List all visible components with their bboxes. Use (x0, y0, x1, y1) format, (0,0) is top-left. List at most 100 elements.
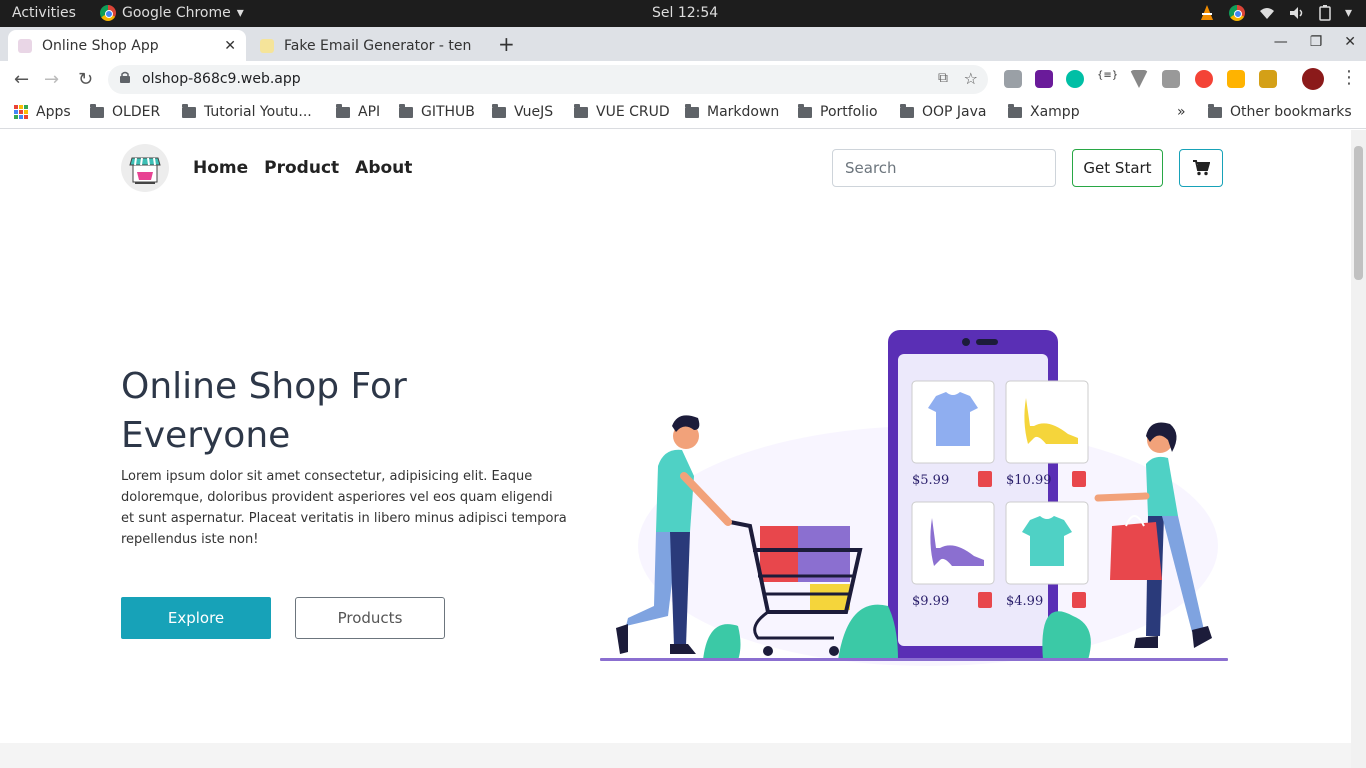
vue-devtools-icon[interactable] (1130, 70, 1148, 88)
bag-icon (978, 592, 992, 608)
tab-fake-email[interactable]: Fake Email Generator - ten (250, 30, 486, 61)
hero-title: Online Shop For Everyone (121, 362, 541, 460)
page-scrollbar[interactable] (1351, 130, 1366, 768)
bookmark-folder[interactable]: VUE CRUD (574, 103, 670, 120)
app-menu[interactable]: Google Chrome ▾ (100, 5, 244, 21)
forward-icon[interactable]: → (44, 69, 59, 90)
translate-icon[interactable]: ⧉ (938, 70, 948, 86)
folder-icon (90, 103, 104, 118)
bookmark-folder[interactable]: Xampp (1008, 103, 1080, 120)
folder-icon (685, 103, 699, 118)
menu-dots-icon[interactable]: ⋮ (1340, 67, 1358, 88)
folder-icon (399, 103, 413, 118)
other-bookmarks-folder[interactable]: Other bookmarks (1208, 103, 1352, 120)
bag-icon (1072, 592, 1086, 608)
bookmark-folder[interactable]: VueJS (492, 103, 554, 120)
more-bookmarks-button[interactable]: » (1177, 104, 1186, 120)
bookmark-folder[interactable]: Markdown (685, 103, 779, 120)
bookmark-label: Apps (36, 104, 71, 120)
tab-title: Online Shop App (42, 37, 159, 54)
explore-button[interactable]: Explore (121, 597, 271, 639)
extension-icon[interactable] (1035, 70, 1053, 88)
restore-icon[interactable]: ❐ (1310, 34, 1323, 50)
close-icon[interactable]: ✕ (224, 38, 236, 54)
email-favicon-icon (260, 38, 274, 53)
products-button[interactable]: Products (295, 597, 445, 639)
chevron-down-icon: ▾ (236, 5, 244, 21)
hero-title-line1: Online Shop For (121, 366, 407, 407)
vlc-icon[interactable] (1199, 4, 1215, 22)
bookmark-label: GITHUB (421, 104, 475, 120)
tab-online-shop[interactable]: Online Shop App ✕ (8, 30, 246, 61)
nav-product[interactable]: Product (264, 158, 339, 178)
bookmark-folder[interactable]: API (336, 103, 380, 120)
activities-button[interactable]: Activities (12, 5, 76, 21)
bookmark-label: Tutorial Youtu... (204, 104, 312, 120)
minimize-icon[interactable]: — (1274, 34, 1288, 50)
clock[interactable]: Sel 12:54 (652, 5, 718, 21)
price-label: $5.99 (912, 473, 949, 488)
bookmark-folder[interactable]: OOP Java (900, 103, 987, 120)
folder-icon (1008, 103, 1022, 118)
bookmark-label: Xampp (1030, 104, 1080, 120)
back-icon[interactable]: ← (14, 69, 29, 90)
tab-title: Fake Email Generator - ten (284, 37, 472, 54)
extension-icon[interactable] (1004, 70, 1022, 88)
price-label: $4.99 (1006, 594, 1043, 609)
shopping-illustration: $5.99 $10.99 $9.99 $4.99 (600, 330, 1228, 666)
folder-icon (574, 103, 588, 118)
chrome-icon (100, 5, 116, 21)
extension-icon[interactable] (1227, 70, 1245, 88)
scrollbar-thumb[interactable] (1354, 146, 1363, 280)
folder-icon (798, 103, 812, 118)
extension-icon[interactable] (1066, 70, 1084, 88)
json-viewer-icon[interactable]: {≡} (1097, 70, 1118, 88)
system-tray[interactable]: ▾ (1199, 4, 1352, 22)
bookmark-label: VueJS (514, 104, 554, 120)
bag-icon (978, 471, 992, 487)
battery-icon[interactable] (1319, 5, 1331, 21)
folder-icon (492, 103, 506, 118)
nav-home[interactable]: Home (193, 158, 248, 178)
address-bar[interactable]: olshop-868c9.web.app ⧉ ☆ (108, 65, 988, 94)
window-controls: — ❐ ✕ (1274, 34, 1356, 50)
browser-toolbar: ← → ↻ olshop-868c9.web.app ⧉ ☆ {≡} ⋮ (0, 61, 1366, 97)
url-text[interactable]: olshop-868c9.web.app (142, 71, 301, 87)
bookmark-label: OOP Java (922, 104, 987, 120)
bookmark-label: Other bookmarks (1230, 104, 1352, 120)
bookmark-label: OLDER (112, 104, 161, 120)
hero-description: Lorem ipsum dolor sit amet consectetur, … (121, 469, 567, 547)
cart-button[interactable] (1179, 149, 1223, 187)
nav-about[interactable]: About (355, 158, 412, 178)
tab-strip: Online Shop App ✕ Fake Email Generator -… (0, 27, 1366, 61)
folder-icon (900, 103, 914, 118)
reload-icon[interactable]: ↻ (78, 69, 93, 90)
close-window-icon[interactable]: ✕ (1344, 34, 1356, 50)
folder-icon (1208, 103, 1222, 118)
price-label: $9.99 (912, 594, 949, 609)
next-section-strip (0, 743, 1351, 768)
bookmark-apps[interactable]: Apps (14, 104, 71, 120)
bookmark-label: Portfolio (820, 104, 878, 120)
new-tab-button[interactable]: + (498, 32, 515, 56)
bookmark-folder[interactable]: Portfolio (798, 103, 878, 120)
bookmark-folder[interactable]: Tutorial Youtu... (182, 103, 312, 120)
lock-icon[interactable] (120, 71, 130, 83)
search-input[interactable] (832, 149, 1056, 187)
extension-icon[interactable] (1195, 70, 1213, 88)
camera-icon[interactable] (1162, 70, 1180, 88)
shop-logo[interactable] (121, 144, 169, 192)
bookmark-folder[interactable]: GITHUB (399, 103, 475, 120)
wifi-icon[interactable] (1259, 6, 1275, 20)
bookmark-star-icon[interactable]: ☆ (964, 69, 978, 88)
chevron-down-icon: ▾ (1344, 5, 1352, 21)
bag-icon (1072, 471, 1086, 487)
extension-icon[interactable] (1259, 70, 1277, 88)
profile-avatar[interactable] (1302, 68, 1324, 90)
storefront-icon (129, 157, 161, 184)
hero-title-line2: Everyone (121, 415, 291, 456)
chrome-tray-icon[interactable] (1228, 5, 1245, 21)
bookmark-folder[interactable]: OLDER (90, 103, 161, 120)
volume-icon[interactable] (1289, 6, 1305, 20)
get-start-button[interactable]: Get Start (1072, 149, 1163, 187)
